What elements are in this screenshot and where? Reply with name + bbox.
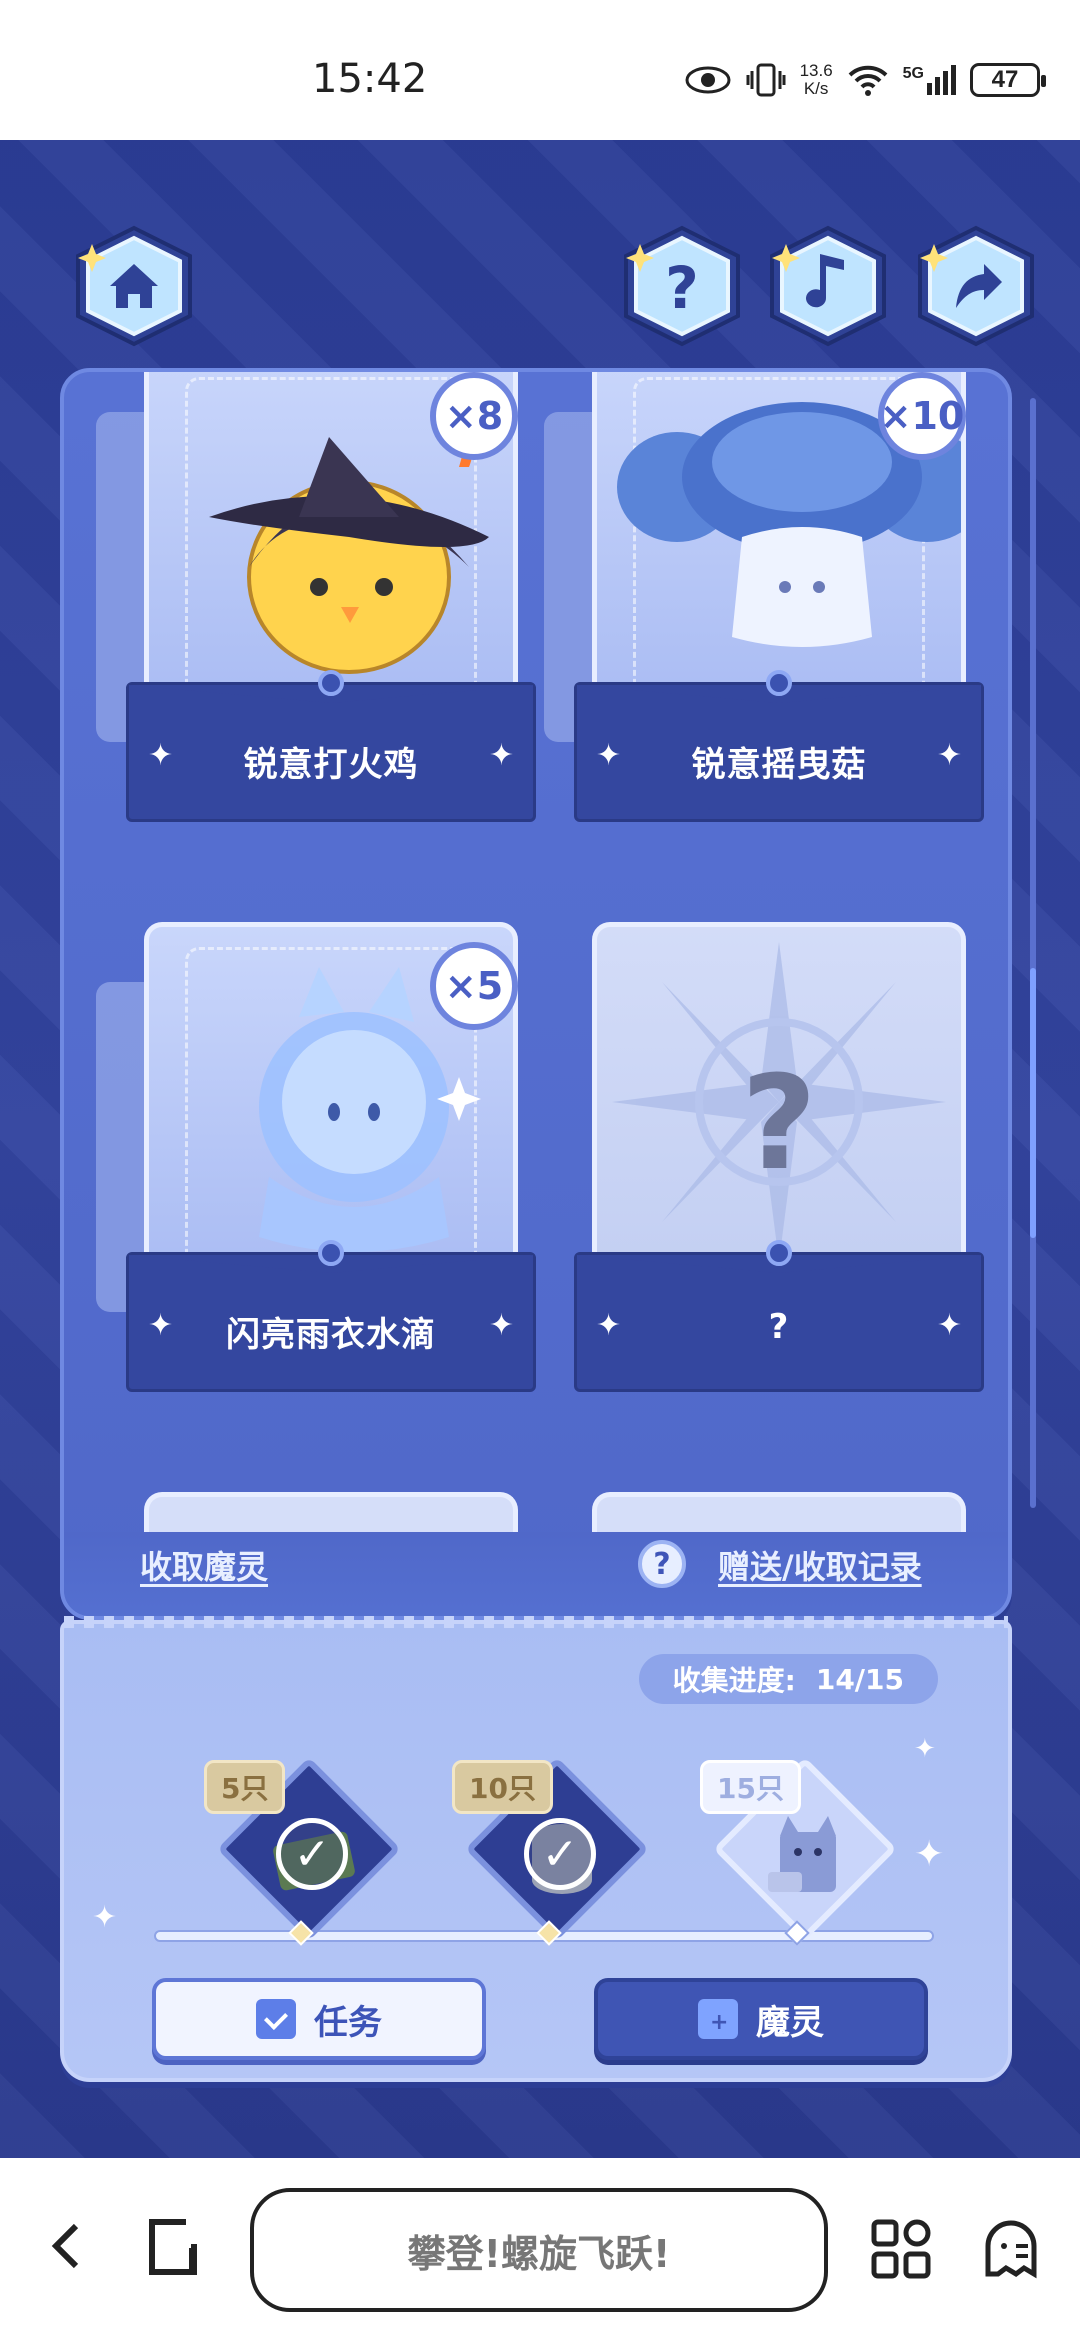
collection-progress-panel: 收集进度: 14/15 ✓ 5只 ✓ 10只 15只 ✦ ✦ ✦ 任务 + 魔灵 bbox=[60, 1616, 1012, 2082]
tabs-icon[interactable] bbox=[146, 2218, 208, 2290]
sparkle-icon: ✦ bbox=[936, 1308, 962, 1343]
cell-signal-icon: 5G bbox=[903, 65, 956, 95]
milestone-5[interactable]: ✓ 5只 bbox=[204, 1754, 401, 1944]
card-frame: ? bbox=[592, 922, 966, 1282]
eye-icon bbox=[685, 66, 731, 94]
net-speed-value: 13.6 bbox=[799, 61, 833, 80]
spirit-card-peek[interactable] bbox=[592, 1492, 966, 1532]
sparkle-icon: ✦ bbox=[914, 1734, 936, 1764]
check-icon: ✓ bbox=[524, 1818, 596, 1890]
milestone-label: 15只 bbox=[700, 1760, 801, 1814]
back-arrow-icon[interactable] bbox=[48, 2218, 84, 2286]
spirit-button-label: 魔灵 bbox=[756, 2002, 824, 2043]
apps-grid-icon[interactable] bbox=[870, 2218, 932, 2292]
spirit-button[interactable]: + 魔灵 bbox=[594, 1978, 928, 2060]
milestone-10[interactable]: ✓ 10只 bbox=[452, 1754, 649, 1944]
milestone-15[interactable]: 15只 bbox=[700, 1754, 897, 1944]
milestone-label: 10只 bbox=[452, 1760, 553, 1814]
sparkle-icon: ✦ bbox=[488, 1308, 514, 1343]
card-count-badge: ×10 bbox=[878, 372, 966, 460]
help-button[interactable]: ? bbox=[618, 224, 746, 348]
task-button-label: 任务 bbox=[314, 2002, 382, 2043]
status-icons: 13.6 K/s 5G 47 bbox=[684, 58, 1046, 102]
sparkle-icon: ✦ bbox=[488, 738, 514, 773]
card-count-badge: ×5 bbox=[430, 942, 518, 1030]
records-help-icon[interactable]: ? bbox=[638, 1540, 686, 1588]
net-speed-unit: K/s bbox=[803, 79, 829, 98]
locked-spirit-card[interactable]: ? ✦ ? ✦ bbox=[574, 922, 984, 1392]
home-button[interactable] bbox=[70, 224, 198, 348]
sparkle-icon: ✦ bbox=[914, 1834, 945, 1875]
gift-records-link[interactable]: 赠送/收取记录 bbox=[718, 1542, 922, 1588]
svg-text:?: ? bbox=[665, 254, 699, 322]
sparkle-icon: ✦ bbox=[936, 738, 962, 773]
music-button[interactable] bbox=[764, 224, 892, 348]
check-icon: ✓ bbox=[276, 1818, 348, 1890]
card-name: 锐意摇曳菇 bbox=[691, 745, 867, 785]
claim-spirit-link[interactable]: 收取魔灵 bbox=[140, 1542, 268, 1588]
milestone-label: 5只 bbox=[204, 1760, 286, 1814]
game-screen: ? ×8 ✦ 锐意打火鸡 ✦ ×10 ✦ 锐意摇曳菇 ✦ ×5 ✦ 闪亮雨衣水滴… bbox=[0, 140, 1080, 2158]
signal-type: 5G bbox=[902, 65, 924, 82]
clock: 15:42 bbox=[312, 56, 428, 102]
progress-label: 收集进度: bbox=[672, 1664, 796, 1697]
collection-progress-pill: 收集进度: 14/15 bbox=[638, 1654, 938, 1704]
card-name: ? bbox=[768, 1307, 790, 1347]
cat-box-icon bbox=[768, 1816, 836, 1892]
scrollbar-thumb[interactable] bbox=[1030, 968, 1036, 1238]
card-name: 闪亮雨衣水滴 bbox=[226, 1315, 436, 1355]
task-button[interactable]: 任务 bbox=[152, 1978, 486, 2060]
spirit-card[interactable]: ×8 ✦ 锐意打火鸡 ✦ bbox=[96, 372, 536, 822]
status-bar: 15:42 13.6 K/s 5G 47 bbox=[0, 0, 1080, 140]
unknown-question-mark: ? bbox=[741, 1047, 817, 1199]
card-collection-panel[interactable]: ×8 ✦ 锐意打火鸡 ✦ ×10 ✦ 锐意摇曳菇 ✦ ×5 ✦ 闪亮雨衣水滴 ✦… bbox=[60, 368, 1012, 1620]
spirit-card-peek[interactable] bbox=[144, 1492, 518, 1532]
progress-value: 14/15 bbox=[815, 1662, 904, 1696]
card-count-badge: ×8 bbox=[430, 372, 518, 460]
battery-indicator: 47 bbox=[970, 63, 1046, 97]
wifi-icon bbox=[848, 65, 888, 96]
share-button[interactable] bbox=[912, 224, 1040, 348]
question-icon: ? bbox=[665, 254, 699, 322]
vibrate-icon bbox=[746, 63, 786, 97]
spirit-card[interactable]: ×10 ✦ 锐意摇曳菇 ✦ bbox=[544, 372, 984, 822]
panel-scrollbar[interactable] bbox=[1030, 398, 1036, 1508]
folder-icon: + bbox=[698, 1999, 738, 2039]
page-title-bar[interactable]: 攀登!螺旋飞跃! bbox=[250, 2188, 828, 2312]
network-speed: 13.6 K/s bbox=[800, 62, 833, 98]
sparkle-icon: ✦ bbox=[92, 1900, 118, 1935]
task-document-icon bbox=[256, 1999, 296, 2039]
ghost-menu-icon[interactable] bbox=[980, 2218, 1042, 2292]
card-name: 锐意打火鸡 bbox=[243, 745, 419, 785]
spirit-card[interactable]: ×5 ✦ 闪亮雨衣水滴 ✦ bbox=[96, 922, 536, 1392]
browser-bottom-bar: 攀登!螺旋飞跃! bbox=[0, 2158, 1080, 2340]
